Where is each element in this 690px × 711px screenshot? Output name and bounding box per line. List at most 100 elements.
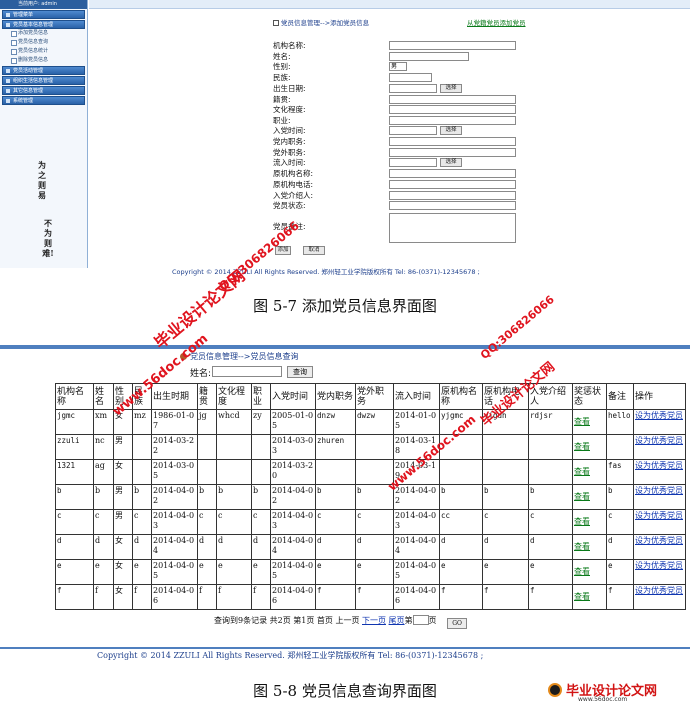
table-cell: c bbox=[132, 509, 152, 535]
table-cell: cc bbox=[439, 509, 483, 535]
sidebar-group-system[interactable]: 系统管理 bbox=[2, 96, 85, 105]
page-number-input[interactable] bbox=[412, 615, 429, 625]
add-from-party-link[interactable]: 从党籍党员添加党员 bbox=[467, 17, 526, 27]
search-name-input[interactable] bbox=[212, 366, 282, 377]
table-cell: f bbox=[606, 584, 634, 610]
introducer-input[interactable] bbox=[389, 191, 516, 200]
table-cell: 男 bbox=[113, 509, 133, 535]
cancel-button[interactable]: 取消 bbox=[303, 246, 325, 255]
table-cell: c bbox=[55, 509, 94, 535]
member-status-input[interactable] bbox=[389, 201, 516, 210]
view-link[interactable]: 查看 bbox=[574, 492, 590, 501]
last-page-link[interactable]: 尾页 bbox=[389, 616, 405, 625]
table-cell: 2014-03-20 bbox=[270, 459, 316, 485]
table-cell: 2014-04-04 bbox=[270, 534, 316, 560]
go-button[interactable]: GO bbox=[447, 618, 468, 629]
native-place-input[interactable] bbox=[389, 95, 516, 104]
table-cell: e bbox=[132, 559, 152, 585]
table-cell: rdjsr bbox=[528, 409, 573, 435]
table-cell: f bbox=[251, 584, 271, 610]
table-row: d d 女 d 2014-04-04 d d d 2014-04-04 d d 2014-04-04 d… bbox=[55, 534, 686, 560]
sidebar-item-stats-member[interactable]: 党员信息统计 bbox=[10, 47, 87, 56]
table-cell: d bbox=[482, 534, 529, 560]
sidebar: 当前用户: admin 管理菜单 党员基本信息管理 添加党员信息 党员信息查询 … bbox=[0, 0, 88, 268]
birth-date-choose-button[interactable]: 选择 bbox=[440, 84, 462, 93]
table-cell: dwzw bbox=[355, 409, 394, 435]
table-cell: e bbox=[251, 559, 271, 585]
former-org-phone-input[interactable] bbox=[389, 180, 516, 189]
org-name-input[interactable] bbox=[389, 41, 516, 50]
table-cell: d bbox=[132, 534, 152, 560]
view-link[interactable]: 查看 bbox=[574, 592, 590, 601]
view-link[interactable]: 查看 bbox=[574, 467, 590, 476]
education-input[interactable] bbox=[389, 105, 516, 114]
table-cell: whcd bbox=[216, 409, 252, 435]
table-cell: 1986-01-07 bbox=[151, 409, 198, 435]
table-cell: 2014-04-02 bbox=[270, 484, 316, 510]
nation-input[interactable] bbox=[389, 73, 432, 82]
breadcrumb-text: 党员信息管理-->党员信息查询 bbox=[190, 352, 299, 361]
birth-date-input[interactable] bbox=[389, 84, 437, 93]
set-excellent-link[interactable]: 设为优秀党员 bbox=[635, 586, 683, 595]
table-cell: b bbox=[216, 484, 252, 510]
inflow-date-choose-button[interactable]: 选择 bbox=[440, 158, 462, 167]
view-link[interactable]: 查看 bbox=[574, 542, 590, 551]
column-header: 职业 bbox=[251, 383, 271, 410]
table-cell: 女 bbox=[113, 584, 133, 610]
former-org-input[interactable] bbox=[389, 169, 516, 178]
add-member-screenshot: 当前用户: admin 管理菜单 党员基本信息管理 添加党员信息 党员信息查询 … bbox=[0, 0, 690, 280]
table-cell: c bbox=[355, 509, 394, 535]
set-excellent-link[interactable]: 设为优秀党员 bbox=[635, 536, 683, 545]
gender-select[interactable]: 男 bbox=[389, 62, 407, 71]
sidebar-item-add-member[interactable]: 添加党员信息 bbox=[10, 29, 87, 38]
query-button[interactable]: 查询 bbox=[287, 366, 313, 378]
sidebar-title: 管理菜单 bbox=[2, 10, 85, 19]
table-cell: d bbox=[93, 534, 114, 560]
sidebar-group-basic-info[interactable]: 党员基本信息管理 bbox=[2, 20, 85, 29]
outer-post-input[interactable] bbox=[389, 148, 516, 157]
table-cell bbox=[606, 434, 634, 460]
view-link[interactable]: 查看 bbox=[574, 567, 590, 576]
join-date-choose-button[interactable]: 选择 bbox=[440, 126, 462, 135]
sidebar-group-other[interactable]: 其它信息管理 bbox=[2, 86, 85, 95]
current-user-label: 当前用户: admin bbox=[0, 0, 87, 9]
table-cell: 2005-01-05 bbox=[270, 409, 316, 435]
table-cell bbox=[197, 459, 217, 485]
set-excellent-link[interactable]: 设为优秀党员 bbox=[635, 411, 683, 420]
join-date-input[interactable] bbox=[389, 126, 437, 135]
view-link[interactable]: 查看 bbox=[574, 417, 590, 426]
table-cell: 2014-04-04 bbox=[151, 534, 198, 560]
set-excellent-link[interactable]: 设为优秀党员 bbox=[635, 461, 683, 470]
table-cell: e bbox=[528, 559, 573, 585]
table-cell: e bbox=[93, 559, 114, 585]
field-label: 文化程度: bbox=[273, 105, 306, 114]
member-results-table: 机构名称 姓名 性别 民族 出生时期 籍贯 文化程度 职业 入党时间 党内职务 党外职务 流入时间 原机… bbox=[55, 383, 686, 610]
sidebar-group-activities[interactable]: 党员活动管理 bbox=[2, 66, 85, 75]
sidebar-item-delete-member[interactable]: 删除党员信息 bbox=[10, 56, 87, 65]
name-input[interactable] bbox=[389, 52, 469, 61]
view-link[interactable]: 查看 bbox=[574, 442, 590, 451]
party-post-input[interactable] bbox=[389, 137, 516, 146]
gender-value: 男 bbox=[391, 63, 398, 70]
table-cell bbox=[251, 459, 271, 485]
sidebar-item-query-member[interactable]: 党员信息查询 bbox=[10, 38, 87, 47]
set-excellent-link[interactable]: 设为优秀党员 bbox=[635, 511, 683, 520]
occupation-input[interactable] bbox=[389, 116, 516, 125]
table-cell: b bbox=[439, 484, 483, 510]
view-link[interactable]: 查看 bbox=[574, 517, 590, 526]
remarks-textarea[interactable] bbox=[389, 213, 516, 243]
table-cell: c bbox=[606, 509, 634, 535]
set-excellent-link[interactable]: 设为优秀党员 bbox=[635, 561, 683, 570]
sidebar-group-org-life[interactable]: 组织生活信息管理 bbox=[2, 76, 85, 85]
set-excellent-link[interactable]: 设为优秀党员 bbox=[635, 486, 683, 495]
table-cell: fas bbox=[606, 459, 634, 485]
query-member-screenshot: 党员信息管理-->党员信息查询 姓名: 查询 机构名称 姓名 性别 民族 出生时期 籍贯文… bbox=[0, 345, 690, 667]
set-excellent-link[interactable]: 设为优秀党员 bbox=[635, 436, 683, 445]
view-cell: 查看 bbox=[572, 509, 607, 535]
table-cell: e bbox=[315, 559, 356, 585]
table-cell: d bbox=[528, 534, 573, 560]
next-page-link[interactable]: 下一页 bbox=[362, 616, 386, 625]
column-header: 原机构名称 bbox=[439, 383, 483, 410]
inflow-date-input[interactable] bbox=[389, 158, 437, 167]
table-cell: e bbox=[216, 559, 252, 585]
